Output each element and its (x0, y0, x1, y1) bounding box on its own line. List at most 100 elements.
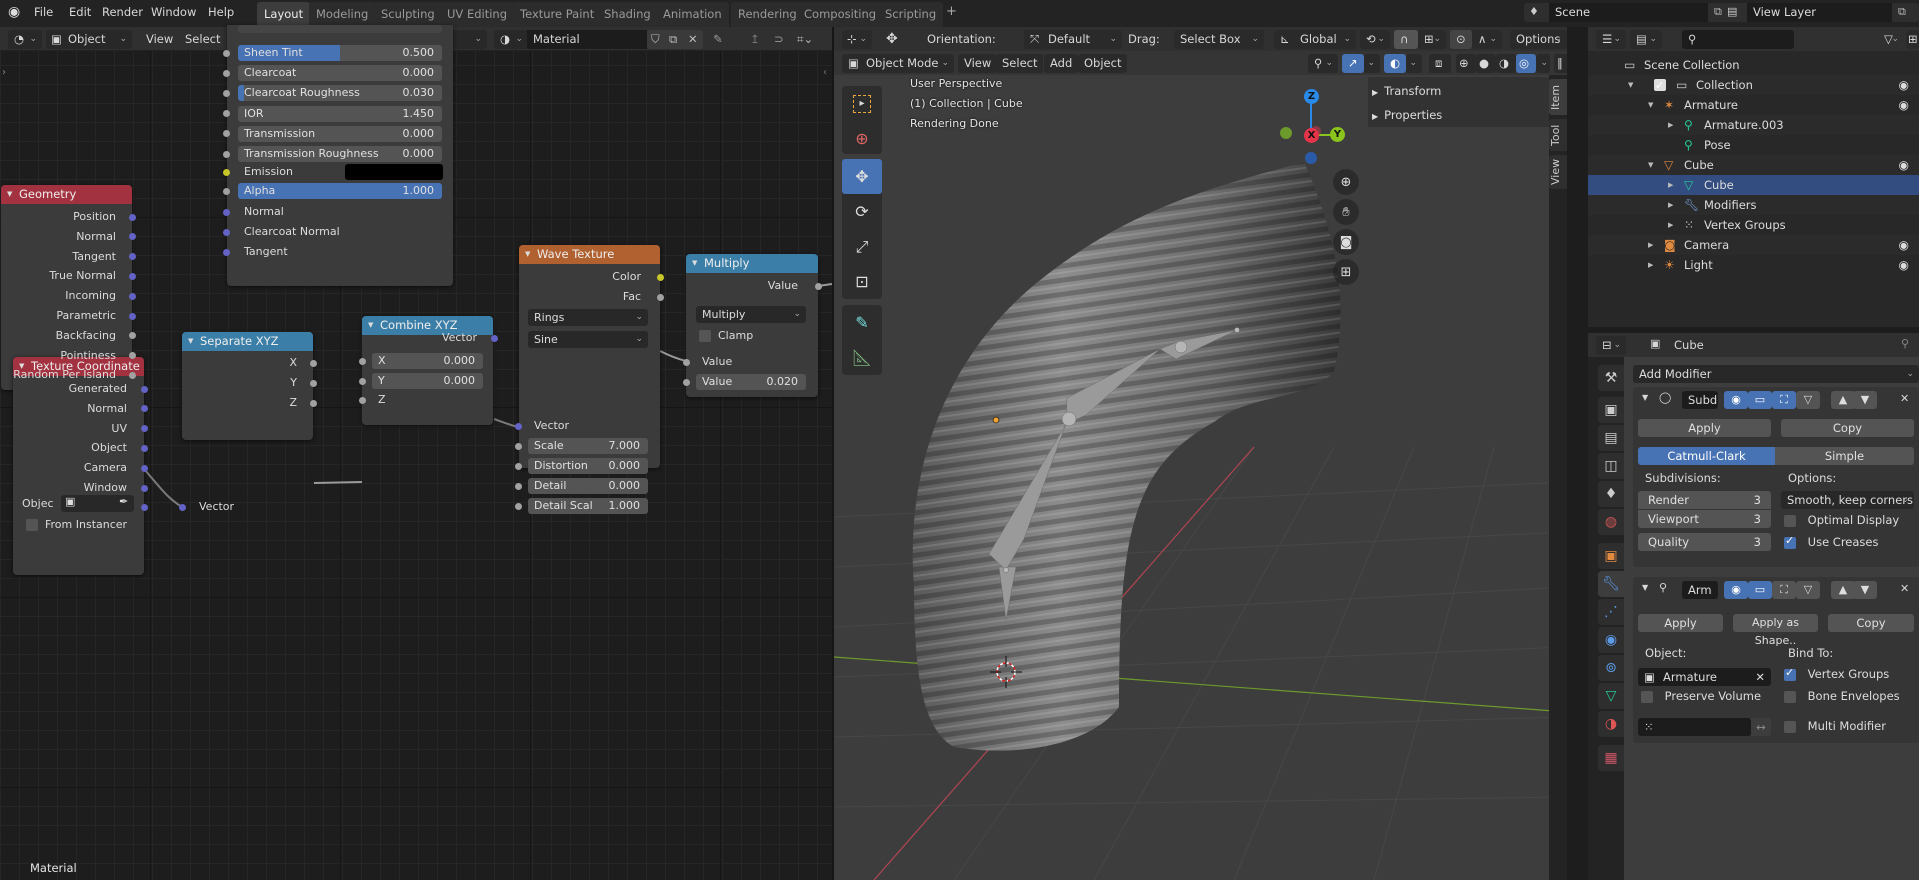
vertex-group-field[interactable]: ⁙ (1638, 718, 1751, 736)
quality-field[interactable]: Quality 3 (1638, 533, 1771, 551)
shading-dropdown[interactable]: ⌄ (1536, 54, 1550, 73)
options-dropdown[interactable]: Options ⌄ (1510, 30, 1567, 49)
socket-normal[interactable] (223, 208, 230, 216)
tab-modifiers[interactable]: 🔧︎ (1598, 571, 1624, 597)
filter-dropdown[interactable]: ▽ ⌄ (1878, 30, 1904, 49)
separate-xyz-node-title[interactable]: Separate XYZ (182, 332, 313, 351)
armature-render-toggle[interactable]: ◉ (1724, 581, 1748, 599)
socket-scale[interactable] (515, 442, 522, 450)
transform-orientation-dropdown[interactable]: ⊾ Global ⌄ (1274, 30, 1356, 49)
socket-tangent[interactable] (129, 253, 136, 261)
gizmo-x-axis[interactable]: X (1304, 128, 1319, 143)
socket-y-in[interactable] (359, 377, 366, 385)
armature-name-field[interactable]: Arm (1682, 581, 1718, 599)
catmull-clark-option[interactable]: Catmull-Clark (1638, 447, 1775, 465)
socket-parametric[interactable] (129, 312, 136, 320)
tab-animation[interactable]: Animation (656, 2, 729, 27)
socket-vector-in[interactable] (179, 503, 186, 511)
tab-texture[interactable]: ▦ (1598, 745, 1624, 771)
view-layer-selector[interactable]: ▤ View Layer ⧉ (1722, 3, 1919, 22)
measure-tool[interactable]: 📐︎ (842, 340, 882, 375)
fake-user-icon[interactable]: ⛉ (651, 30, 660, 49)
menu-select[interactable]: Select (185, 30, 220, 49)
snap-icon[interactable]: ⊃ (774, 30, 784, 49)
vertex-groups-checkbox[interactable] (1784, 666, 1796, 681)
preserve-volume-toggle[interactable]: Preserve Volume (1641, 689, 1761, 703)
rotate-tool[interactable]: ⟳ (842, 194, 882, 229)
field-x[interactable]: X 0.000 (372, 353, 483, 369)
subsurf-move-up[interactable]: ▲ (1831, 391, 1855, 409)
field-detail[interactable]: Detail 0.000 (528, 478, 648, 494)
wave-profile-dropdown[interactable]: Sine ⌄ (528, 331, 648, 348)
outliner-row[interactable]: ▶ ◙ Camera ◉ (1588, 235, 1919, 255)
vertex-groups-toggle[interactable]: Vertex Groups (1784, 666, 1889, 681)
socket-normal[interactable] (129, 233, 136, 241)
expand-arrow-icon[interactable]: ▶ (1668, 195, 1673, 215)
expand-arrow-icon[interactable]: ▶ (1648, 255, 1653, 275)
pin-icon[interactable]: ⚲ (1901, 337, 1909, 350)
outliner-row[interactable]: ▭ Scene Collection (1588, 55, 1919, 75)
subsurf-cage-toggle[interactable]: ▽ (1796, 391, 1820, 409)
tab-material[interactable]: ◑ (1598, 711, 1624, 737)
bone-envelopes-toggle[interactable]: Bone Envelopes (1784, 689, 1900, 703)
clamp-checkbox[interactable] (699, 330, 711, 342)
socket-true-normal[interactable] (129, 272, 136, 280)
tab-data[interactable]: ▽ (1598, 683, 1624, 709)
outliner-search-field[interactable]: ⚲ (1682, 30, 1794, 49)
field-clearcoat-roughness[interactable]: Clearcoat Roughness 0.030 (238, 85, 442, 102)
display-mode-dropdown[interactable]: ▤ ⌄ (1630, 30, 1662, 49)
socket-x-in[interactable] (359, 357, 366, 365)
socket-backfacing[interactable] (129, 332, 136, 340)
parent-node-tree-icon[interactable]: ↥ (750, 30, 760, 49)
socket-vector-in[interactable] (515, 422, 522, 430)
outliner-row[interactable]: ▶ ⚲ Armature.003 (1588, 115, 1919, 135)
material-name-field[interactable]: Material (527, 30, 647, 49)
tab-constraints[interactable]: ⊚ (1598, 655, 1624, 681)
socket-clearcoat[interactable] (223, 69, 230, 77)
visibility-eye-icon[interactable]: ◉ (1899, 155, 1909, 175)
exclude-checkbox[interactable] (1654, 76, 1666, 96)
socket-clearcoat-normal[interactable] (223, 228, 230, 236)
collapse-arrow-icon[interactable]: ▼ (1642, 583, 1648, 592)
multi-modifier-toggle[interactable]: Multi Modifier (1784, 719, 1886, 733)
clear-object-icon[interactable]: ✕ (1755, 668, 1765, 686)
field-clearcoat[interactable]: Clearcoat 0.000 (238, 65, 442, 82)
ortho-toggle-button[interactable]: ⊞ (1333, 259, 1359, 285)
socket-position[interactable] (129, 213, 136, 221)
blender-logo-icon[interactable]: ◉ (8, 4, 20, 20)
gizmo-dropdown[interactable]: ⌄ (1364, 54, 1380, 73)
tab-scripting[interactable]: Scripting (878, 2, 944, 27)
menu-file[interactable]: File (34, 5, 53, 19)
tab-tool[interactable]: ⚒ (1598, 365, 1624, 391)
visibility-eye-icon[interactable]: ◉ (1899, 75, 1909, 95)
shading-solid-button[interactable]: ● (1476, 54, 1496, 73)
transform-pivot-icon[interactable]: ✥ (886, 30, 898, 49)
unlink-material-icon[interactable]: ✕ (688, 30, 698, 49)
snap-target-dropdown[interactable]: ⊞ ⌄ (1418, 30, 1446, 49)
duplicate-material-icon[interactable]: ⧉ (669, 30, 677, 49)
shading-wireframe-button[interactable]: ⊕ (1456, 54, 1476, 73)
outliner-row[interactable]: ▼ ✶ Armature ◉ (1588, 95, 1919, 115)
expand-arrow-icon[interactable]: ▶ (1668, 115, 1673, 135)
visibility-dropdown[interactable]: ⚲ ⌄ (1308, 54, 1338, 73)
tab-physics[interactable]: ◉ (1598, 627, 1624, 653)
visibility-eye-icon[interactable]: ◉ (1899, 95, 1909, 115)
menu-edit[interactable]: Edit (69, 5, 91, 19)
subsurf-editmode-toggle[interactable]: ⛶ (1772, 391, 1796, 409)
socket-distortion[interactable] (515, 462, 522, 470)
outliner-row[interactable]: ▶ ☀ Light ◉ (1588, 255, 1919, 275)
socket-object[interactable] (141, 444, 148, 452)
scene-selector[interactable]: ♦ Scene ⧉ (1524, 3, 1734, 22)
socket-tangent[interactable] (223, 248, 230, 256)
camera-view-button[interactable]: ◙ (1333, 229, 1359, 255)
tab-rendering[interactable]: Rendering (731, 2, 804, 27)
menu-help[interactable]: Help (208, 5, 234, 19)
gizmo-neg-z[interactable] (1305, 152, 1317, 164)
field-sheen-tint[interactable]: Sheen Tint 0.500 (238, 45, 442, 61)
tab-modeling[interactable]: Modeling (309, 2, 376, 27)
sidebar-tab-view[interactable]: View (1549, 155, 1567, 189)
armature-copy-button[interactable]: Copy (1828, 614, 1914, 632)
socket-z-in[interactable] (359, 396, 366, 404)
preserve-volume-checkbox[interactable] (1641, 690, 1653, 703)
wave-type-dropdown[interactable]: Rings ⌄ (528, 309, 648, 326)
